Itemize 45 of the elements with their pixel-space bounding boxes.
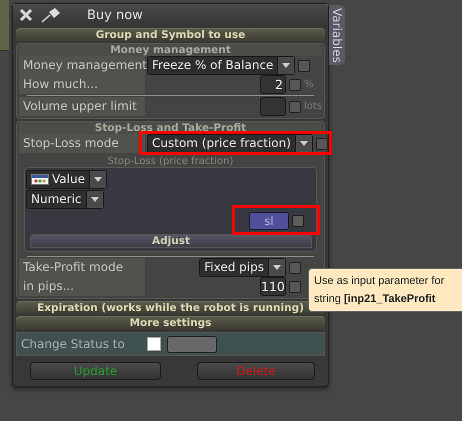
field-label: Change Status to bbox=[21, 337, 126, 351]
checkbox[interactable] bbox=[147, 337, 161, 351]
number-field[interactable] bbox=[260, 97, 286, 116]
caret-icon bbox=[273, 265, 281, 270]
checkbox[interactable] bbox=[289, 262, 301, 274]
checkbox[interactable] bbox=[289, 78, 301, 90]
checkbox[interactable] bbox=[289, 100, 301, 112]
variable-button[interactable]: sl bbox=[249, 212, 289, 230]
field-label: Volume upper limit bbox=[19, 97, 145, 116]
caret-icon bbox=[282, 63, 290, 68]
section-caption: Stop-Loss (price fraction) bbox=[106, 156, 234, 167]
unit-label: % bbox=[304, 79, 315, 90]
adjust-button[interactable]: Adjust bbox=[30, 234, 312, 248]
checkbox[interactable] bbox=[316, 138, 328, 150]
dropdown[interactable]: Freeze % of Balance bbox=[147, 56, 296, 75]
caret-icon bbox=[300, 141, 308, 146]
window-title: Buy now bbox=[87, 8, 143, 22]
field-label: How much... bbox=[19, 75, 145, 94]
pin-icon[interactable] bbox=[41, 7, 61, 23]
number-field[interactable]: 2 bbox=[260, 75, 286, 94]
field-label: in pips... bbox=[19, 277, 145, 296]
variables-tab[interactable]: Variables bbox=[329, 5, 345, 65]
tooltip-text: Use as input parameter for bbox=[314, 274, 444, 289]
update-button[interactable]: Update bbox=[30, 362, 161, 380]
dropdown[interactable]: Custom (price fraction) bbox=[147, 134, 313, 153]
section-header[interactable]: Expiration (works while the robot is running) bbox=[16, 301, 325, 314]
status-field[interactable] bbox=[167, 336, 217, 352]
section-header[interactable]: Group and Symbol to use bbox=[16, 28, 325, 41]
field-label: Stop-Loss mode bbox=[19, 134, 145, 153]
section-header[interactable]: More settings bbox=[16, 316, 325, 329]
field-label: Take-Profit mode bbox=[19, 258, 145, 277]
caret-icon bbox=[94, 177, 102, 182]
caret-icon bbox=[90, 197, 99, 202]
close-icon[interactable] bbox=[19, 8, 33, 22]
number-field[interactable]: 110 bbox=[260, 277, 286, 296]
field-label: Money management bbox=[19, 56, 145, 75]
dropdown[interactable]: Value bbox=[26, 170, 107, 189]
checkbox[interactable] bbox=[289, 280, 301, 292]
dropdown[interactable]: Numeric bbox=[26, 190, 104, 209]
unit-label: lots bbox=[304, 101, 322, 112]
value-icon bbox=[31, 174, 49, 185]
checkbox[interactable] bbox=[298, 60, 310, 72]
section-header[interactable]: Money management bbox=[19, 44, 322, 56]
checkbox[interactable] bbox=[292, 215, 304, 227]
dropdown[interactable]: Fixed pips bbox=[199, 258, 286, 277]
